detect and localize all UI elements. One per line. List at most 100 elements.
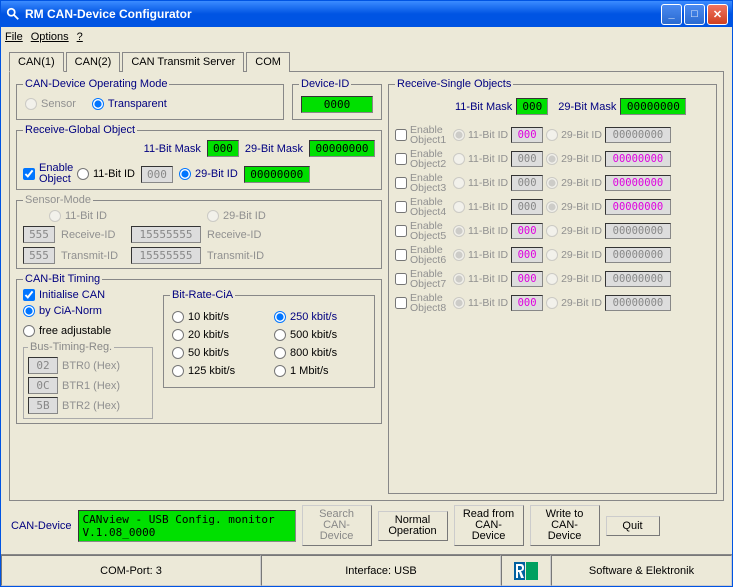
obj8-29bit-value[interactable]: 00000000	[605, 295, 671, 311]
rate-250k[interactable]: 250 kbit/s	[274, 311, 366, 323]
obj1-29bit-radio[interactable]	[546, 129, 558, 141]
mode-sensor-radio[interactable]	[25, 98, 37, 110]
obj6-11bit-radio[interactable]	[453, 249, 465, 261]
object-row-3: EnableObject311-Bit ID00029-Bit ID000000…	[395, 173, 710, 193]
sensor-11bit: 11-Bit ID	[49, 210, 107, 222]
window-title: RM CAN-Device Configurator	[25, 7, 661, 21]
obj2-11bit-radio[interactable]	[453, 153, 465, 165]
search-button[interactable]: Search CAN-Device	[302, 505, 372, 546]
tab-transmit[interactable]: CAN Transmit Server	[122, 52, 244, 72]
init-can[interactable]: Initialise CAN	[23, 289, 153, 301]
free-adjust[interactable]: free adjustable	[23, 325, 153, 337]
sensor-trans11: 555	[23, 247, 55, 264]
rate-20k[interactable]: 20 kbit/s	[172, 329, 264, 341]
obj4-29bit-radio[interactable]	[546, 201, 558, 213]
obj4-11bit-value[interactable]: 000	[511, 199, 543, 215]
tab-com[interactable]: COM	[246, 52, 290, 72]
enable-obj5[interactable]	[395, 225, 407, 237]
obj8-29bit-radio[interactable]	[546, 297, 558, 309]
mask29-value[interactable]: 00000000	[309, 140, 375, 157]
status-logo	[501, 555, 551, 586]
mode-transparent-radio[interactable]	[92, 98, 104, 110]
enable-global[interactable]: Enable Object	[23, 163, 71, 185]
obj3-29bit-value[interactable]: 00000000	[605, 175, 671, 191]
id11-radio[interactable]	[77, 168, 89, 180]
rate-800k[interactable]: 800 kbit/s	[274, 347, 366, 359]
enable-obj7[interactable]	[395, 273, 407, 285]
mode-sensor[interactable]: Sensor	[25, 98, 76, 110]
rate-125k[interactable]: 125 kbit/s	[172, 365, 264, 377]
rate-500k[interactable]: 500 kbit/s	[274, 329, 366, 341]
obj7-11bit-value[interactable]: 000	[511, 271, 543, 287]
id11-option[interactable]: 11-Bit ID	[77, 168, 135, 180]
sensor-mode-legend: Sensor-Mode	[23, 194, 93, 206]
obj1-29bit-value[interactable]: 00000000	[605, 127, 671, 143]
rate-1m[interactable]: 1 Mbit/s	[274, 365, 366, 377]
rate-50k[interactable]: 50 kbit/s	[172, 347, 264, 359]
single-mask11[interactable]: 000	[516, 98, 548, 115]
obj8-11bit-radio[interactable]	[453, 297, 465, 309]
enable-obj1[interactable]	[395, 129, 407, 141]
menu-help[interactable]: ?	[77, 31, 83, 43]
obj3-29bit-radio[interactable]	[546, 177, 558, 189]
tab-can1[interactable]: CAN(1)	[9, 52, 64, 72]
quit-button[interactable]: Quit	[606, 516, 660, 536]
obj5-29bit-value[interactable]: 00000000	[605, 223, 671, 239]
read-button[interactable]: Read from CAN-Device	[454, 505, 524, 546]
obj1-11bit-value[interactable]: 000	[511, 127, 543, 143]
obj2-11bit-value[interactable]: 000	[511, 151, 543, 167]
enable-obj3[interactable]	[395, 177, 407, 189]
id29-radio[interactable]	[179, 168, 191, 180]
id29-option[interactable]: 29-Bit ID	[179, 168, 238, 180]
enable-obj4[interactable]	[395, 201, 407, 213]
obj4-29bit-value[interactable]: 00000000	[605, 199, 671, 215]
mask11-value[interactable]: 000	[207, 140, 239, 157]
cia-norm[interactable]: by CiA-Norm	[23, 305, 153, 317]
obj4-11bit-radio[interactable]	[453, 201, 465, 213]
global-object-group: Receive-Global Object 11-Bit Mask 000 29…	[16, 124, 382, 190]
obj3-11bit-radio[interactable]	[453, 177, 465, 189]
obj1-11bit-radio[interactable]	[453, 129, 465, 141]
tab-strip: CAN(1) CAN(2) CAN Transmit Server COM	[9, 51, 724, 72]
close-button[interactable]: ✕	[707, 4, 728, 25]
obj6-29bit-radio[interactable]	[546, 249, 558, 261]
rate-10k[interactable]: 10 kbit/s	[172, 311, 264, 323]
object-row-7: EnableObject711-Bit ID00029-Bit ID000000…	[395, 269, 710, 289]
obj2-29bit-radio[interactable]	[546, 153, 558, 165]
object-row-8: EnableObject811-Bit ID00029-Bit ID000000…	[395, 293, 710, 313]
free-radio[interactable]	[23, 325, 35, 337]
menu-options[interactable]: Options	[31, 31, 69, 43]
obj5-11bit-value[interactable]: 000	[511, 223, 543, 239]
mask11-label: 11-Bit Mask	[144, 143, 201, 155]
obj6-11bit-value[interactable]: 000	[511, 247, 543, 263]
cia-radio[interactable]	[23, 305, 35, 317]
obj7-11bit-radio[interactable]	[453, 273, 465, 285]
obj7-29bit-radio[interactable]	[546, 273, 558, 285]
obj2-29bit-value[interactable]: 00000000	[605, 151, 671, 167]
obj5-11bit-radio[interactable]	[453, 225, 465, 237]
enable-global-check[interactable]	[23, 168, 35, 180]
normal-button[interactable]: Normal Operation	[378, 511, 448, 541]
tab-can2[interactable]: CAN(2)	[66, 52, 121, 72]
device-id-value[interactable]: 0000	[301, 96, 373, 113]
obj7-29bit-value[interactable]: 00000000	[605, 271, 671, 287]
obj5-29bit-radio[interactable]	[546, 225, 558, 237]
obj8-11bit-value[interactable]: 000	[511, 295, 543, 311]
mode-transparent[interactable]: Transparent	[92, 98, 167, 110]
id11-value[interactable]: 000	[141, 166, 173, 183]
maximize-button[interactable]: □	[684, 4, 705, 25]
obj6-29bit-value[interactable]: 00000000	[605, 247, 671, 263]
menubar: File Options ?	[1, 27, 732, 47]
enable-obj6[interactable]	[395, 249, 407, 261]
write-button[interactable]: Write to CAN-Device	[530, 505, 600, 546]
titlebar: RM CAN-Device Configurator _ □ ✕	[1, 1, 732, 27]
id29-value[interactable]: 00000000	[244, 166, 310, 183]
init-can-check[interactable]	[23, 289, 35, 301]
single-mask29[interactable]: 00000000	[620, 98, 686, 115]
menu-file[interactable]: File	[5, 31, 23, 43]
bit-timing-group: CAN-Bit Timing Initialise CAN by CiA-Nor…	[16, 273, 382, 424]
enable-obj8[interactable]	[395, 297, 407, 309]
obj3-11bit-value[interactable]: 000	[511, 175, 543, 191]
minimize-button[interactable]: _	[661, 4, 682, 25]
enable-obj2[interactable]	[395, 153, 407, 165]
